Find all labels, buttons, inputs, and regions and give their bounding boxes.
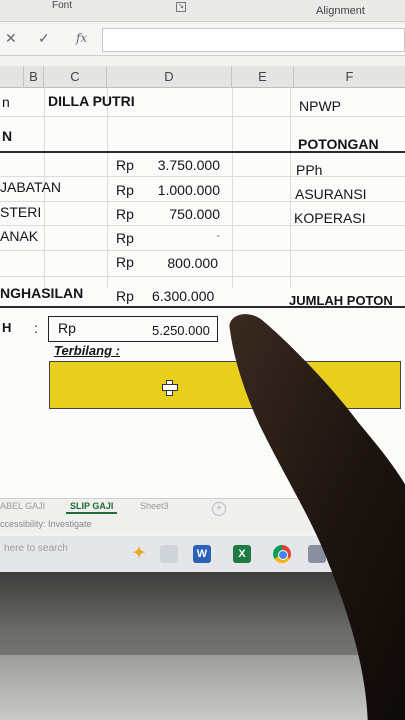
section-left-cell[interactable]: N: [2, 128, 12, 144]
position-allowance-value-cell[interactable]: 1.000.000: [140, 182, 220, 198]
name-label-cell[interactable]: n: [2, 94, 10, 110]
accessibility-status[interactable]: ccessibility: Investigate: [0, 519, 92, 529]
formula-bar: ✕ ✓ fx: [0, 24, 405, 56]
employee-name-cell[interactable]: DILLA PUTRI: [48, 93, 135, 109]
total-deduction-label-cell[interactable]: JUMLAH POTON: [289, 293, 393, 308]
currency-cell[interactable]: Rp: [116, 182, 134, 198]
font-group-label: Font: [52, 0, 73, 11]
column-header-c[interactable]: C: [44, 66, 107, 88]
potongan-header-cell[interactable]: POTONGAN: [298, 136, 379, 152]
column-header-d[interactable]: D: [107, 66, 232, 88]
gridline: [0, 176, 405, 177]
total-income-value-cell[interactable]: 6.300.000: [152, 288, 214, 304]
currency-cell[interactable]: Rp: [116, 288, 134, 304]
cancel-icon[interactable]: ✕: [5, 30, 17, 47]
net-colon-cell[interactable]: :: [34, 320, 38, 336]
formula-input[interactable]: [102, 28, 405, 52]
currency-cell[interactable]: Rp: [116, 230, 134, 246]
spouse-allowance-value-cell[interactable]: 750.000: [140, 206, 220, 222]
gridline: [0, 116, 405, 117]
column-header-f[interactable]: F: [294, 66, 405, 88]
npwp-label-cell[interactable]: NPWP: [299, 98, 341, 114]
koperasi-label-cell[interactable]: KOPERASI: [294, 210, 366, 226]
currency-cell[interactable]: Rp: [116, 254, 134, 270]
taskbar-search-input[interactable]: here to search: [4, 543, 68, 554]
currency-cell[interactable]: Rp: [116, 157, 134, 173]
gridline: [0, 250, 405, 251]
column-headers: B C D E F: [0, 66, 405, 88]
task-view-icon[interactable]: [160, 545, 178, 563]
gridline: [232, 88, 233, 288]
total-income-label-cell[interactable]: NGHASILAN: [0, 285, 83, 301]
gridline: [290, 88, 291, 288]
pointing-finger-image: [229, 314, 405, 720]
asuransi-label-cell[interactable]: ASURANSI: [295, 186, 367, 202]
column-header-a[interactable]: [0, 66, 24, 88]
insert-function-icon[interactable]: fx: [76, 31, 87, 45]
column-header-e[interactable]: E: [232, 66, 294, 88]
currency-cell[interactable]: Rp: [116, 206, 134, 222]
ribbon-group-labels: Font ↘ Alignment: [0, 0, 405, 22]
tab-slip-gaji[interactable]: SLIP GAJI: [66, 501, 118, 514]
child-allowance-value-cell[interactable]: -: [140, 230, 220, 242]
currency-cell[interactable]: Rp: [58, 320, 76, 336]
weather-icon[interactable]: ✦: [130, 545, 148, 563]
base-salary-value-cell[interactable]: 3.750.000: [140, 157, 220, 173]
tab-tabel-gaji[interactable]: ABEL GAJI: [0, 501, 45, 511]
net-salary-value-cell[interactable]: 5.250.000: [152, 323, 210, 338]
column-header-b[interactable]: B: [24, 66, 44, 88]
child-allowance-label-cell[interactable]: ANAK: [0, 228, 38, 244]
enter-check-icon[interactable]: ✓: [38, 30, 50, 47]
spouse-allowance-label-cell[interactable]: STERI: [0, 204, 41, 220]
other-allowance-value-cell[interactable]: 800.000: [140, 255, 218, 271]
position-allowance-label-cell[interactable]: JABATAN: [0, 179, 61, 195]
gridline: [107, 88, 108, 288]
pph-label-cell[interactable]: PPh: [296, 162, 322, 178]
font-dialog-launcher-icon[interactable]: ↘: [176, 2, 186, 12]
alignment-group-label: Alignment: [316, 5, 365, 17]
terbilang-label-cell[interactable]: Terbilang :: [54, 343, 120, 358]
tab-sheet3[interactable]: Sheet3: [140, 501, 169, 511]
gridline: [0, 276, 405, 277]
net-label-cell[interactable]: H: [2, 320, 11, 335]
cell-cursor-icon: [162, 380, 178, 396]
word-app-icon[interactable]: W: [193, 545, 211, 563]
